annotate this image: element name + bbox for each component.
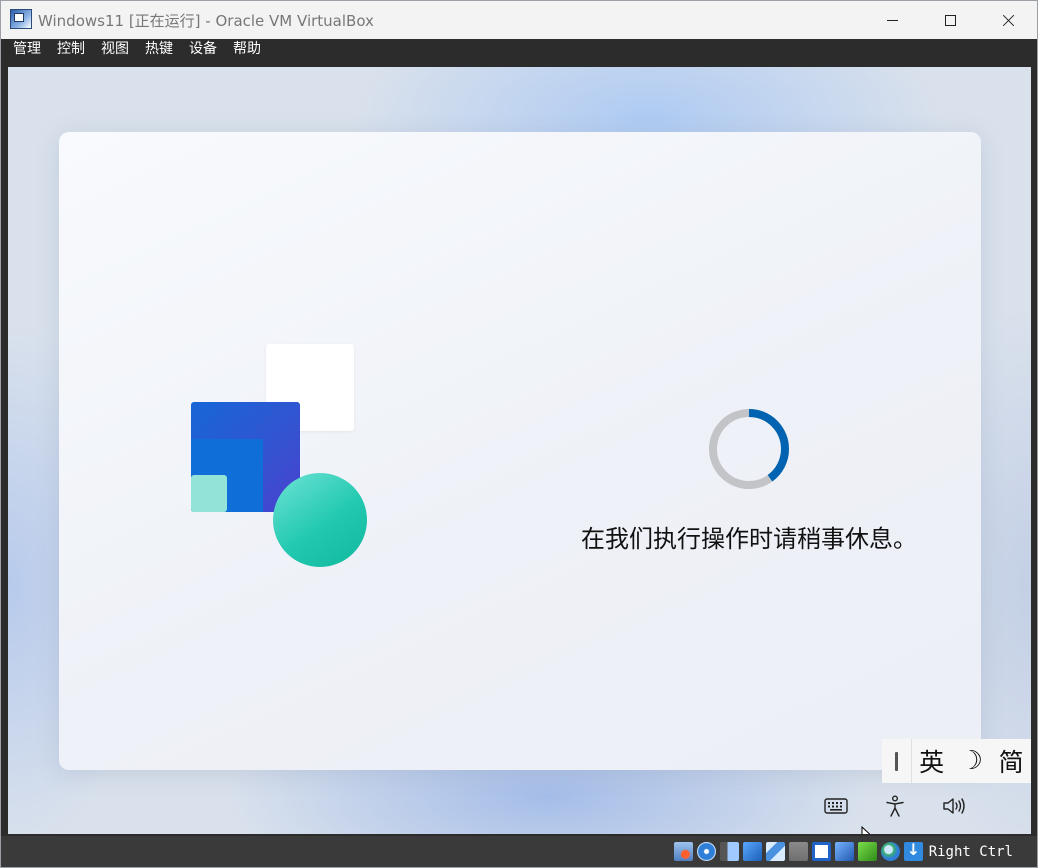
window-title: Windows11 [正在运行] - Oracle VM VirtualBox [38, 12, 374, 30]
network-icon[interactable] [742, 842, 762, 861]
ime-script-toggle[interactable]: 简 [991, 739, 1031, 783]
ime-drag-handle[interactable] [882, 739, 912, 783]
recording-icon[interactable] [834, 842, 854, 861]
hard-disk-icon[interactable] [673, 842, 693, 861]
virtualbox-app-icon [10, 9, 32, 29]
status-bar: Right Ctrl [1, 836, 1037, 867]
volume-icon[interactable] [940, 793, 968, 819]
mouse-integration-icon[interactable] [880, 842, 900, 861]
audio-icon[interactable] [719, 842, 739, 861]
close-icon [1002, 14, 1015, 27]
setup-illustration [191, 344, 371, 570]
virtualbox-window: Windows11 [正在运行] - Oracle VM VirtualBox … [0, 0, 1038, 868]
maximize-button[interactable] [921, 1, 979, 39]
loading-spinner [709, 409, 789, 489]
ime-toolbar: 英 ☽ 简 [882, 739, 1031, 783]
menu-bar: 管理 控制 视图 热键 设备 帮助 [1, 39, 1037, 59]
ime-language-toggle[interactable]: 英 [912, 739, 952, 783]
status-message: 在我们执行操作时请稍事休息。 [581, 525, 917, 553]
maximize-icon [944, 14, 956, 26]
menu-devices[interactable]: 设备 [181, 39, 225, 59]
menu-control[interactable]: 控制 [49, 39, 93, 59]
menu-help[interactable]: 帮助 [225, 39, 269, 59]
menu-hotkeys[interactable]: 热键 [137, 39, 181, 59]
shared-folder-icon[interactable] [788, 842, 808, 861]
oobe-card: 在我们执行操作时请稍事休息。 [59, 132, 981, 770]
usb-icon[interactable] [765, 842, 785, 861]
mouse-pointer-icon [861, 826, 871, 834]
keyboard-icon[interactable] [822, 793, 850, 819]
optical-drive-icon[interactable] [696, 842, 716, 861]
illustration-mint-square [191, 475, 227, 512]
download-icon[interactable] [903, 840, 923, 861]
host-key-label[interactable]: Right Ctrl [929, 844, 1013, 860]
minimize-button[interactable] [863, 1, 921, 39]
vm-screen[interactable]: 在我们执行操作时请稍事休息。 英 ☽ 简 [8, 67, 1031, 834]
display-icon[interactable] [811, 842, 831, 861]
menu-manage[interactable]: 管理 [5, 39, 49, 59]
ime-punctuation-icon[interactable]: ☽ [952, 739, 992, 783]
close-button[interactable] [979, 1, 1037, 39]
vt-x-icon[interactable] [857, 842, 877, 861]
menu-view[interactable]: 视图 [93, 39, 137, 59]
accessibility-icon[interactable] [881, 793, 909, 819]
vm-display-frame: 在我们执行操作时请稍事休息。 英 ☽ 简 [1, 59, 1037, 836]
minimize-icon [886, 19, 898, 21]
illustration-teal-circle [273, 473, 367, 567]
title-bar[interactable]: Windows11 [正在运行] - Oracle VM VirtualBox [1, 1, 1037, 39]
